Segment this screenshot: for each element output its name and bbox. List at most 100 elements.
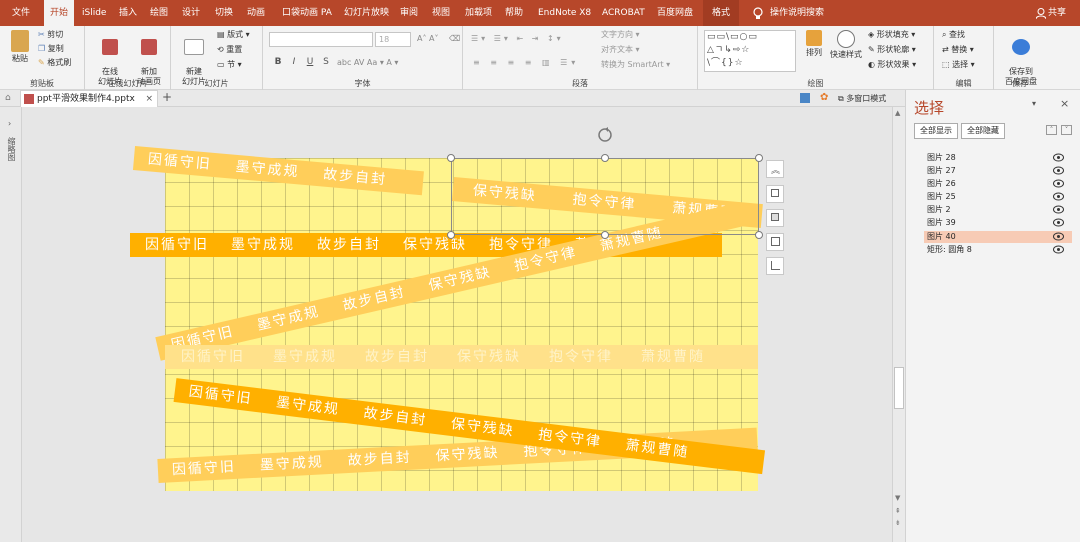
eye-icon[interactable] — [1053, 218, 1064, 227]
text-direction-button[interactable]: 文字方向 ▾ — [601, 29, 640, 40]
pane-menu-icon[interactable]: ▾ — [1032, 99, 1036, 108]
scroll-thumb[interactable] — [894, 367, 904, 409]
eye-icon[interactable] — [1053, 192, 1064, 201]
resize-handle[interactable] — [447, 154, 455, 162]
clear-format-icon[interactable]: ⌫ — [449, 33, 460, 44]
eye-icon[interactable] — [1053, 232, 1064, 241]
arrange-button[interactable]: 排列 — [802, 30, 826, 58]
selection-box[interactable] — [451, 158, 759, 235]
tab-view[interactable]: 视图 — [432, 0, 450, 26]
vertical-scrollbar[interactable]: ▲ ▼ ⇞ ⇟ — [892, 107, 905, 542]
resize-handle[interactable] — [447, 231, 455, 239]
paste-button[interactable]: 粘贴 — [6, 30, 34, 64]
copy-button[interactable]: ❐ 复制 — [38, 43, 64, 54]
tab-addins[interactable]: 加载项 — [465, 0, 492, 26]
scroll-up-arrow-icon[interactable]: ▲ — [895, 109, 900, 117]
crop-icon[interactable] — [766, 257, 784, 275]
tab-endnote[interactable]: EndNote X8 — [538, 0, 591, 26]
copy-layers-icon[interactable] — [766, 209, 784, 227]
tab-animations[interactable]: 动画 — [247, 0, 265, 26]
format-painter-button[interactable]: ✎ 格式刷 — [38, 57, 71, 68]
eye-icon[interactable] — [1053, 153, 1064, 162]
reset-button[interactable]: ⟲ 重置 — [217, 44, 242, 55]
align-text-button[interactable]: 对齐文本 ▾ — [601, 44, 640, 55]
font-misc-buttons[interactable]: abc AV Aa ▾ A ▾ — [337, 57, 398, 68]
underline-button[interactable]: U — [303, 56, 317, 69]
bold-button[interactable]: B — [271, 56, 285, 69]
collapse-chevron-icon[interactable]: ︽ — [766, 160, 784, 178]
align-buttons[interactable]: ≡ ≡ ≡ ≡ ▥ ☰▾ — [473, 57, 579, 68]
tell-me-search[interactable]: 操作说明搜索 — [770, 0, 824, 26]
tab-pocket-animation[interactable]: 口袋动画 PA — [282, 0, 332, 26]
shape-effects-button[interactable]: ◐ 形状效果 ▾ — [868, 59, 916, 70]
tab-format[interactable]: 格式 — [703, 0, 740, 26]
palette-icon[interactable] — [800, 93, 810, 103]
send-backward-icon[interactable]: ˅ — [1061, 125, 1072, 135]
quick-styles-button[interactable]: 快速样式 — [828, 30, 864, 60]
home-icon[interactable]: ⌂ — [5, 93, 11, 103]
shapes-gallery[interactable]: ▭▭\▭○▭ △ㄱ↳⇨☆ \⌒{}☆ — [704, 30, 796, 72]
list-item-selected[interactable]: 图片 40 — [924, 231, 1072, 243]
bring-forward-icon[interactable]: ˄ — [1046, 125, 1057, 135]
section-button[interactable]: ▭ 节 ▾ — [217, 59, 242, 70]
close-pane-icon[interactable]: × — [1060, 97, 1069, 110]
select-button[interactable]: ⬚ 选择 ▾ — [942, 59, 975, 70]
italic-button[interactable]: I — [287, 56, 301, 69]
layout-options-icon[interactable] — [766, 185, 784, 203]
hide-all-button[interactable]: 全部隐藏 — [961, 123, 1005, 139]
expand-chevron-icon[interactable]: › — [8, 119, 11, 128]
shape-outline-button[interactable]: ✎ 形状轮廓 ▾ — [868, 44, 916, 55]
prev-slide-icon[interactable]: ⇞ — [895, 507, 901, 515]
rotate-handle-icon[interactable] — [597, 127, 613, 143]
cut-button[interactable]: ✂ 剪切 — [38, 29, 63, 40]
next-slide-icon[interactable]: ⇟ — [895, 519, 901, 527]
list-buttons[interactable]: ☰▾ ☰▾ ⇤ ⇥ ↕▾ — [471, 33, 564, 44]
tab-home[interactable]: 开始 — [44, 0, 75, 26]
eye-icon[interactable] — [1053, 179, 1064, 188]
slide-editor-canvas[interactable]: 因循守旧墨守成规故步自封 保守残缺抱令守律萧规曹随 因循守旧墨守成规故步自封保守… — [22, 107, 892, 542]
multi-window-button[interactable]: ⧉ 多窗口模式 — [838, 93, 886, 104]
list-item[interactable]: 图片 25 — [924, 191, 1072, 203]
tab-baidu[interactable]: 百度网盘 — [657, 0, 693, 26]
tab-help[interactable]: 帮助 — [505, 0, 523, 26]
list-item[interactable]: 图片 39 — [924, 217, 1072, 229]
phrase-band-picture-25[interactable]: 因循守旧 墨守成规 故步自封 保守残缺 抱令守律 萧规曹随 — [165, 345, 758, 369]
thumbnail-rail[interactable]: › 缩略图 — [0, 107, 22, 542]
list-item[interactable]: 图片 28 — [924, 152, 1072, 164]
close-icon[interactable]: × — [145, 91, 153, 107]
tab-review[interactable]: 审阅 — [400, 0, 418, 26]
share-button[interactable]: 共享 — [1048, 0, 1066, 26]
font-size-combo[interactable]: 18 — [375, 32, 411, 47]
shape-fill-button[interactable]: ◈ 形状填充 ▾ — [868, 29, 915, 40]
tab-draw[interactable]: 绘图 — [150, 0, 168, 26]
document-tab[interactable]: ppt平滑效果制作4.pptx × — [20, 90, 158, 107]
list-item[interactable]: 图片 27 — [924, 165, 1072, 177]
picture-styles-icon[interactable] — [766, 233, 784, 251]
resize-handle[interactable] — [601, 231, 609, 239]
grow-font-button[interactable]: A˄ A˅ — [417, 33, 439, 44]
tab-islide[interactable]: iSlide — [82, 0, 106, 26]
eye-icon[interactable] — [1053, 166, 1064, 175]
find-button[interactable]: ⌕ 查找 — [942, 29, 965, 40]
scroll-down-arrow-icon[interactable]: ▼ — [895, 494, 900, 502]
resize-handle[interactable] — [755, 231, 763, 239]
tab-slideshow[interactable]: 幻灯片放映 — [344, 0, 389, 26]
eye-icon[interactable] — [1053, 205, 1064, 214]
list-item[interactable]: 图片 2 — [924, 204, 1072, 216]
tab-transitions[interactable]: 切换 — [215, 0, 233, 26]
shadow-button[interactable]: S — [319, 56, 333, 69]
font-name-combo[interactable] — [269, 32, 373, 47]
add-tab-icon[interactable]: + — [162, 90, 172, 104]
replace-button[interactable]: ⇄ 替换 ▾ — [942, 44, 974, 55]
tab-insert[interactable]: 插入 — [119, 0, 137, 26]
list-item[interactable]: 图片 26 — [924, 178, 1072, 190]
tab-design[interactable]: 设计 — [182, 0, 200, 26]
smartart-button[interactable]: 转换为 SmartArt ▾ — [601, 59, 670, 70]
tab-acrobat[interactable]: ACROBAT — [602, 0, 645, 26]
resize-handle[interactable] — [755, 154, 763, 162]
list-item[interactable]: 矩形: 圆角 8 — [924, 244, 1072, 256]
layout-button[interactable]: ▤ 版式 ▾ — [217, 29, 250, 40]
tab-file[interactable]: 文件 — [12, 0, 30, 26]
settings-gear-icon[interactable]: ✿ — [820, 92, 828, 103]
eye-icon[interactable] — [1053, 245, 1064, 254]
